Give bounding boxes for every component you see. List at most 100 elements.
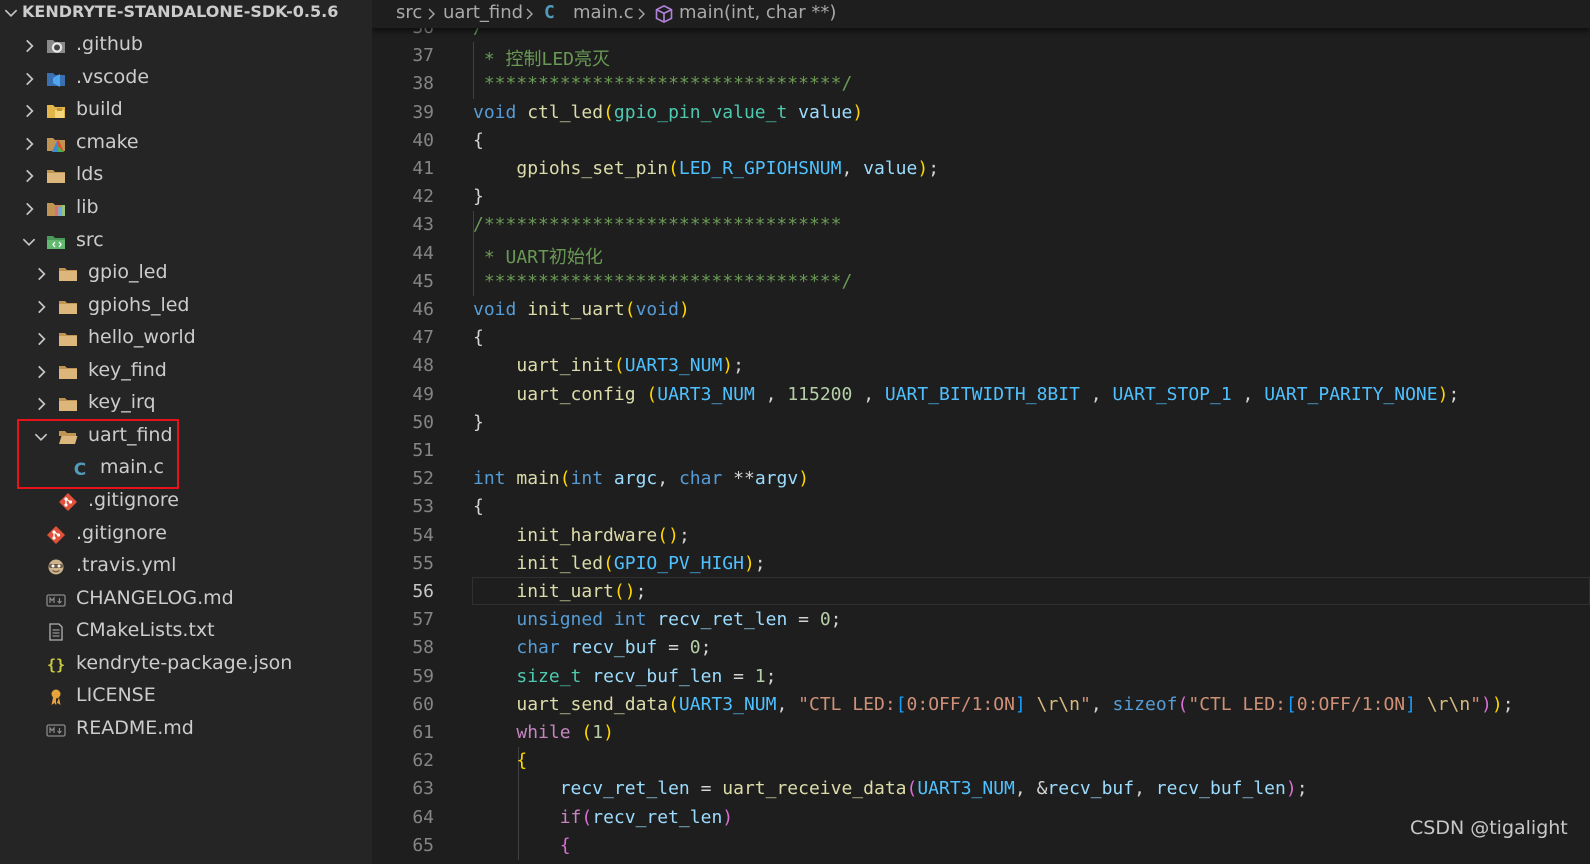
code-token: , (776, 693, 799, 715)
tree-item-github[interactable]: .github (0, 30, 372, 62)
tree-item-gpiohs-led[interactable]: gpiohs_led (0, 291, 372, 323)
code-area[interactable]: 36/*********************************37 *… (372, 0, 1590, 864)
chevron-right-icon[interactable] (20, 200, 38, 218)
line-number: 38 (412, 73, 434, 95)
code-line[interactable]: 38 *********************************/ (372, 70, 1590, 98)
chevron-down-icon[interactable] (32, 428, 50, 446)
chevron-right-icon[interactable] (20, 70, 38, 88)
breadcrumb-symbol[interactable]: main(int, char **) (679, 2, 836, 23)
tree-item-key-irq[interactable]: key_irq (0, 388, 372, 420)
travis-icon (46, 557, 66, 577)
code-token: ) (722, 806, 734, 828)
code-token: ) (603, 722, 614, 743)
code-line[interactable]: 43 /********************************* (372, 211, 1590, 239)
code-token: ( (668, 158, 679, 179)
code-token: 0 (689, 637, 701, 659)
code-line[interactable]: 41 gpiohs_set_pin(LED_R_GPIOHSNUM, value… (372, 155, 1590, 183)
line-number: 56 (412, 581, 434, 602)
code-line[interactable]: 47 { (372, 324, 1590, 352)
tree-item-lds[interactable]: lds (0, 160, 372, 192)
code-line[interactable]: 49 uart_config (UART3_NUM , 115200 , UAR… (372, 381, 1590, 409)
chevron-down-icon[interactable] (20, 233, 38, 251)
code-line[interactable]: 59 size_t recv_buf_len = 1; (372, 663, 1590, 691)
tree-item-travis-yml[interactable]: .travis.yml (0, 551, 372, 583)
code-line[interactable]: 50} (372, 409, 1590, 437)
tree-item-readme-md[interactable]: README.md (0, 714, 372, 746)
code-token: = (722, 665, 755, 687)
chevron-right-icon[interactable] (20, 102, 38, 120)
code-line[interactable]: 42} (372, 183, 1590, 211)
code-line[interactable]: 53 { (372, 493, 1590, 521)
tree-item-key-find[interactable]: key_find (0, 356, 372, 388)
tree-item-kendryte-package-json[interactable]: {} kendryte-package.json (0, 649, 372, 681)
code-line[interactable]: 51 (372, 437, 1590, 465)
code-line[interactable]: 40 { (372, 127, 1590, 155)
tree-item-license[interactable]: LICENSE (0, 681, 372, 713)
code-line[interactable]: 64 if(recv_ret_len) (372, 804, 1590, 832)
tree-item-cmakelists-txt[interactable]: CMakeLists.txt (0, 616, 372, 648)
code-line[interactable]: 37 * 控制LED亮灭 (372, 42, 1590, 70)
explorer-header[interactable]: KENDRYTE-STANDALONE-SDK-0.5.6 (0, 0, 372, 28)
line-number: 64 (412, 806, 434, 828)
breadcrumb-file[interactable]: main.c (573, 2, 634, 23)
tree-item-lib[interactable]: lib (0, 193, 372, 225)
code-line[interactable]: 60 uart_send_data(UART3_NUM, "CTL LED:[0… (372, 691, 1590, 719)
tree-item-main-c[interactable]: Cmain.c (0, 453, 372, 485)
code-line[interactable]: 52 int main(int argc, char **argv) (372, 465, 1590, 493)
code-line[interactable]: 63 recv_ret_len = uart_receive_data(UART… (372, 775, 1590, 803)
json-icon: {} (46, 655, 66, 675)
breadcrumb-src[interactable]: src (396, 2, 422, 23)
tree-item-gpio-led[interactable]: gpio_led (0, 258, 372, 290)
tree-item-changelog-md[interactable]: CHANGELOG.md (0, 584, 372, 616)
chevron-right-icon[interactable] (20, 167, 38, 185)
code-line[interactable]: 48 uart_init(UART3_NUM); (372, 352, 1590, 380)
code-line[interactable]: 39 void ctl_led(gpio_pin_value_t value) (372, 99, 1590, 127)
chevron-right-icon[interactable] (20, 37, 38, 55)
tree-item-build[interactable]: build (0, 95, 372, 127)
code-line[interactable]: 44 * UART初始化 (372, 240, 1590, 268)
tree-item-hello-world[interactable]: hello_world (0, 323, 372, 355)
code-line[interactable]: 57 unsigned int recv_ret_len = 0; (372, 606, 1590, 634)
chevron-right-icon[interactable] (32, 363, 50, 381)
code-line[interactable]: 46 void init_uart(void) (372, 296, 1590, 324)
code-editor[interactable]: 36/*********************************37 *… (372, 0, 1590, 864)
tree-item-gitignore[interactable]: .gitignore (0, 486, 372, 518)
code-line[interactable]: 56 init_uart(); (372, 578, 1590, 606)
tree-item-src[interactable]: src (0, 226, 372, 258)
code-line[interactable]: 65 { (372, 832, 1590, 860)
chevron-right-icon[interactable] (32, 395, 50, 413)
chevron-right-icon (428, 8, 435, 20)
breadcrumb-folder[interactable]: uart_find (443, 2, 523, 23)
code-token: ** (722, 468, 755, 490)
code-text: * UART初始化 (473, 243, 603, 269)
chevron-right-icon[interactable] (32, 265, 50, 283)
code-line[interactable]: 54 init_hardware(); (372, 522, 1590, 550)
code-text: if(recv_ret_len) (473, 807, 733, 828)
chevron-right-icon[interactable] (32, 330, 50, 348)
chevron-right-icon[interactable] (32, 298, 50, 316)
code-token: recv_ret_len (657, 609, 788, 631)
tree-item-gitignore[interactable]: .gitignore (0, 519, 372, 551)
code-line[interactable]: 62 { (372, 747, 1590, 775)
line-number: 44 (412, 242, 434, 264)
code-token: = (657, 637, 690, 659)
chevron-right-icon[interactable] (20, 135, 38, 153)
code-line[interactable]: 61 while (1) (372, 719, 1590, 747)
tree-item-uart-find[interactable]: uart_find (0, 421, 372, 453)
code-token: value (798, 101, 853, 123)
code-line[interactable]: 55 init_led(GPIO_PV_HIGH); (372, 550, 1590, 578)
line-number: 37 (412, 45, 434, 67)
git-icon (58, 492, 78, 512)
line-number: 54 (412, 524, 434, 546)
tree-item-cmake[interactable]: cmake (0, 128, 372, 160)
code-line[interactable]: 58 char recv_buf = 0; (372, 634, 1590, 662)
tree-item-label: CHANGELOG.md (76, 587, 234, 609)
code-token: [ (1285, 693, 1297, 715)
tree-item-vscode[interactable]: .vscode (0, 63, 372, 95)
code-line[interactable]: 45 *********************************/ (372, 268, 1590, 296)
